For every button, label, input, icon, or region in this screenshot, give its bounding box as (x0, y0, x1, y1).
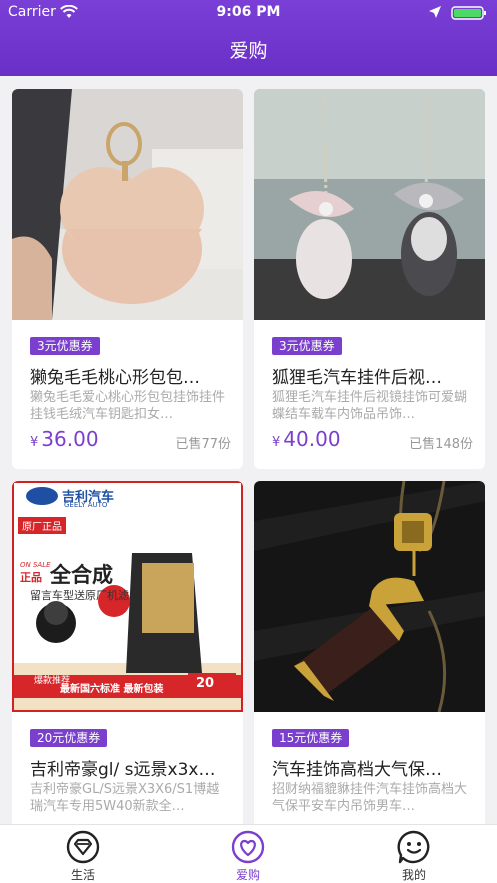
tab-aigou[interactable]: 爱购 (208, 830, 288, 882)
coupon-badge: 3元优惠券 (30, 337, 100, 355)
sold-count: 已售148份 (409, 437, 473, 452)
on-sale-label: ON SALE (20, 561, 51, 569)
standard-label: 最新国六标准 最新包装 (60, 684, 164, 695)
product-title[interactable]: 吉利帝豪gl/ s远景x3x… (30, 755, 230, 780)
tab-life[interactable]: 生活 (43, 830, 123, 882)
smiley-chat-icon (397, 830, 430, 864)
coupon-badge: 15元优惠券 (272, 729, 350, 747)
tab-mine[interactable]: 我的 (374, 830, 454, 882)
tab-bar: 生活 爱购 我的 (0, 824, 497, 883)
tab-label: 爱购 (235, 868, 260, 882)
product-description: 狐狸毛汽车挂件后视镜挂饰可爱蝴蝶结车载车内饰品吊饰… (272, 390, 468, 422)
product-price: ¥40.00 (272, 427, 341, 451)
product-price: ¥36.00 (30, 427, 99, 451)
product-description: 獭兔毛毛爱心桃心形包包挂饰挂件挂钱毛绒汽车钥匙扣女… (30, 390, 226, 422)
tab-label: 生活 (70, 868, 95, 882)
product-card[interactable]: 吉利汽车 GEELY AUTO 原厂正品 ON SALE 正品 全合成 留言车型… (12, 481, 243, 824)
coupon-badge: 3元优惠券 (272, 337, 342, 355)
status-bar: Carrier 9:06 PM (0, 0, 497, 26)
product-image-engine-oil: 吉利汽车 GEELY AUTO 原厂正品 ON SALE 正品 全合成 留言车型… (12, 481, 243, 712)
currency-symbol: ¥ (272, 435, 281, 450)
heart-diamond-icon (66, 830, 100, 864)
product-card[interactable]: 3元优惠券 狐狸毛汽车挂件后视… 狐狸毛汽车挂件后视镜挂饰可爱蝴蝶结车载车内饰品… (254, 89, 485, 469)
product-grid[interactable]: 3元优惠券 獭兔毛毛桃心形包包… 獭兔毛毛爱心桃心形包包挂饰挂件挂钱毛绒汽车钥匙… (0, 76, 497, 824)
product-title[interactable]: 汽车挂饰高档大气保… (272, 755, 472, 780)
product-image-fox-fur-car-pendant (254, 89, 485, 320)
genuine-label: 原厂正品 (18, 517, 66, 534)
product-image-fur-heart-keychain (12, 89, 243, 320)
product-description: 吉利帝豪GL/S远景X3X6/S1博越瑞汽车专用5W40新款全… (30, 782, 220, 814)
status-time: 9:06 PM (216, 4, 281, 20)
page-title: 爱购 (229, 40, 268, 62)
nav-header: Carrier 9:06 PM 爱购 (0, 0, 497, 76)
full-synthetic-label: 全合成 (50, 563, 113, 587)
product-title[interactable]: 獭兔毛毛桃心形包包… (30, 363, 230, 388)
location-arrow-icon (429, 6, 441, 18)
product-card[interactable]: 15元优惠券 汽车挂饰高档大气保… 招财纳福貔貅挂件汽车挂饰高档大气保平安车内吊… (254, 481, 485, 824)
product-card[interactable]: 3元优惠券 獭兔毛毛桃心形包包… 獭兔毛毛爱心桃心形包包挂饰挂件挂钱毛绒汽车钥匙… (12, 89, 243, 469)
product-description: 招财纳福貔貅挂件汽车挂饰高档大气保平安车内吊饰男车… (272, 782, 468, 814)
gift-badge-label: 赠品 (101, 620, 123, 633)
battery-icon (451, 6, 486, 20)
badge-price-label: 20 (196, 676, 215, 691)
currency-symbol: ¥ (30, 435, 39, 450)
heart-circle-icon (231, 830, 265, 864)
sold-count: 已售77份 (175, 437, 231, 452)
coupon-badge: 20元优惠券 (30, 729, 108, 747)
gift-note-label: 留言车型送原厂机滤 (30, 589, 129, 602)
zhengpin-label: 正品 (20, 571, 42, 584)
tab-label: 我的 (401, 868, 426, 882)
product-image-pixiu-pendant (254, 481, 485, 712)
product-title[interactable]: 狐狸毛汽车挂件后视… (272, 363, 472, 388)
brand-en-label: GEELY AUTO (64, 501, 108, 509)
price-value: 40.00 (283, 427, 341, 451)
price-value: 36.00 (41, 427, 99, 451)
